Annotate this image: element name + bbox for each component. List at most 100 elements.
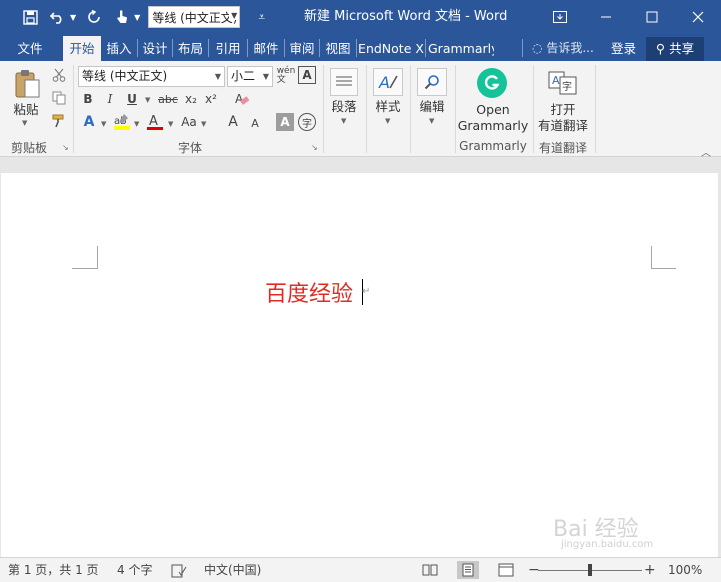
open-translate-line2[interactable]: 有道翻译 (535, 118, 591, 133)
zoom-in-button[interactable]: + (644, 558, 656, 582)
share-button[interactable]: ⚲ 共享 (646, 37, 704, 61)
proofing-icon[interactable] (171, 558, 187, 582)
styles-icon[interactable]: A (373, 68, 403, 96)
font-name-combo[interactable]: 等线 (中文正文) ▼ (78, 66, 225, 87)
tell-me-search[interactable]: ◌ 告诉我... (532, 36, 594, 61)
subscript-button[interactable]: x₂ (182, 90, 200, 108)
shrink-font-button[interactable]: A (246, 114, 264, 132)
save-icon[interactable] (18, 6, 42, 28)
zoom-level[interactable]: 100% (668, 558, 702, 582)
copy-icon[interactable] (49, 89, 69, 107)
clear-formatting-icon[interactable]: A (232, 90, 252, 108)
paste-label[interactable]: 粘贴 (9, 102, 43, 117)
font-color-icon[interactable]: A (145, 112, 165, 132)
word-count[interactable]: 4 个字 (117, 558, 152, 582)
quick-access-toolbar: ▼ ▼ 等线 (中文正文) ▼ ⩡ (18, 6, 265, 28)
close-icon[interactable] (675, 0, 721, 34)
tab-divider (425, 39, 426, 57)
styles-dropdown-icon[interactable]: ▼ (385, 117, 390, 125)
svg-text:A: A (552, 74, 560, 87)
superscript-button[interactable]: x² (202, 90, 220, 108)
touch-mode-icon[interactable] (110, 6, 134, 28)
tab-insert[interactable]: 插入 (102, 36, 136, 61)
document-area: 百度经验 ↵ Bai 经验 jingyan.baidu.com (0, 157, 721, 557)
search-icon[interactable] (417, 68, 447, 96)
chevron-down-icon: ▼ (229, 11, 238, 20)
language-indicator[interactable]: 中文(中国) (204, 558, 261, 582)
underline-button[interactable]: U (124, 90, 140, 108)
character-border-icon[interactable]: A (298, 66, 316, 84)
print-layout-icon[interactable] (457, 561, 479, 579)
character-shading-icon[interactable]: A (276, 113, 294, 131)
format-painter-icon[interactable] (49, 112, 69, 130)
translate-group-label: 有道翻译 (538, 141, 587, 155)
tab-review[interactable]: 审阅 (286, 36, 318, 61)
document-page[interactable]: 百度经验 ↵ Bai 经验 jingyan.baidu.com (1, 173, 718, 557)
tab-endnote[interactable]: EndNote X (358, 36, 424, 61)
group-divider (533, 65, 534, 153)
paragraph-dropdown-icon[interactable]: ▼ (341, 117, 346, 125)
open-grammarly-line1[interactable]: Open (459, 102, 527, 117)
phonetic-guide-icon[interactable]: wén 文 (276, 66, 296, 86)
open-translate-line1[interactable]: 打开 (537, 102, 589, 117)
tab-view[interactable]: 视图 (321, 36, 355, 61)
editing-dropdown-icon[interactable]: ▼ (429, 117, 434, 125)
enclose-characters-icon[interactable]: 字 (298, 113, 316, 131)
change-case-dropdown-icon[interactable]: ▼ (201, 120, 206, 128)
sign-in-link[interactable]: 登录 (611, 36, 636, 61)
tab-references[interactable]: 引用 (210, 36, 246, 61)
page-count[interactable]: 第 1 页，共 1 页 (8, 558, 99, 582)
touch-dropdown-icon[interactable]: ▼ (134, 13, 140, 22)
translate-icon[interactable]: A字 (547, 69, 579, 97)
clipboard-launcher-icon[interactable]: ↘ (62, 143, 69, 152)
minimize-icon[interactable] (583, 0, 629, 34)
tab-mailings[interactable]: 邮件 (249, 36, 283, 61)
font-color-dropdown-icon[interactable]: ▼ (168, 120, 173, 128)
highlight-dropdown-icon[interactable]: ▼ (134, 120, 139, 128)
paragraph-button[interactable]: 段落 (326, 99, 362, 114)
tab-grammarly[interactable]: Grammarly (428, 36, 494, 61)
lightbulb-icon: ◌ (532, 41, 543, 55)
styles-button[interactable]: 样式 (370, 99, 406, 114)
highlight-icon[interactable]: ab (112, 112, 132, 132)
tab-divider (356, 39, 357, 57)
qat-font-name: 等线 (中文正文) (152, 10, 238, 25)
window-title: 新建 Microsoft Word 文档 - Word (304, 9, 508, 24)
tab-design[interactable]: 设计 (139, 36, 171, 61)
read-mode-icon[interactable] (419, 561, 441, 579)
tab-layout[interactable]: 布局 (174, 36, 207, 61)
paste-icon[interactable] (12, 67, 42, 101)
change-case-button[interactable]: Aa (178, 112, 200, 132)
margin-corner-mark (651, 246, 652, 269)
tab-home[interactable]: 开始 (63, 36, 101, 61)
ribbon-display-options-icon[interactable] (537, 0, 583, 34)
underline-dropdown-icon[interactable]: ▼ (145, 96, 150, 104)
font-size-combo[interactable]: 小二 ▼ (227, 66, 273, 87)
web-layout-icon[interactable] (495, 561, 517, 579)
zoom-slider-thumb[interactable] (588, 564, 592, 576)
margin-corner-mark (97, 246, 98, 269)
document-text[interactable]: 百度经验 (265, 276, 353, 308)
maximize-icon[interactable] (629, 0, 675, 34)
paste-dropdown-icon[interactable]: ▼ (22, 119, 27, 127)
group-divider (595, 65, 596, 153)
undo-dropdown-icon[interactable]: ▼ (70, 13, 76, 22)
undo-icon[interactable] (46, 6, 70, 28)
text-effects-icon[interactable]: A (80, 112, 98, 132)
editing-button[interactable]: 编辑 (414, 99, 450, 114)
paragraph-icon[interactable] (330, 68, 358, 96)
redo-icon[interactable] (82, 6, 106, 28)
grammarly-icon[interactable] (477, 68, 507, 98)
grow-font-button[interactable]: A (224, 112, 242, 132)
font-group-label: 字体 (177, 141, 202, 155)
svg-text:字: 字 (562, 80, 572, 93)
strikethrough-button[interactable]: abc (156, 90, 180, 108)
bold-button[interactable]: B (80, 90, 96, 108)
qat-font-combo[interactable]: 等线 (中文正文) ▼ (148, 6, 241, 28)
text-effects-dropdown-icon[interactable]: ▼ (101, 120, 106, 128)
italic-button[interactable]: I (102, 90, 118, 108)
font-launcher-icon[interactable]: ↘ (311, 143, 318, 152)
open-grammarly-line2[interactable]: Grammarly (457, 118, 529, 133)
tab-file[interactable]: 文件 (8, 36, 52, 61)
cut-icon[interactable] (49, 66, 69, 84)
